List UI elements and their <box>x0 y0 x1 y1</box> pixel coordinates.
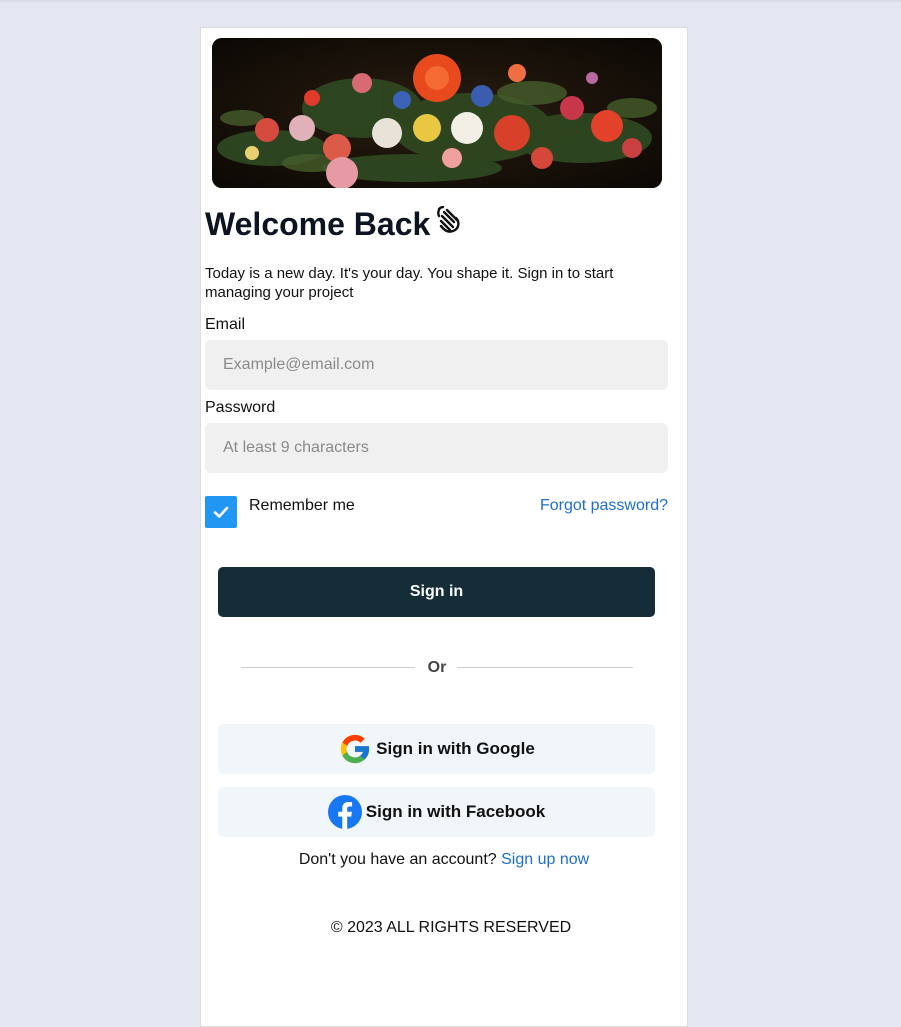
google-sign-in-label: Sign in with Google <box>376 739 535 758</box>
checkmark-icon <box>213 506 229 518</box>
facebook-sign-in-label: Sign in with Facebook <box>365 802 546 821</box>
waving-hand-icon <box>436 203 464 243</box>
sign-up-link[interactable]: Sign up now <box>501 851 589 868</box>
flower-painting-image <box>212 38 662 188</box>
sign-in-button[interactable]: Sign in <box>218 567 655 617</box>
top-border <box>0 0 901 2</box>
or-divider: Or <box>241 656 633 680</box>
facebook-logo-icon <box>327 795 362 829</box>
footer-copyright: © 2023 ALL RIGHTS RESERVED <box>330 919 572 936</box>
page-subtitle: Today is a new day. It's your day. You s… <box>205 265 614 301</box>
or-divider-label: Or <box>427 659 447 676</box>
facebook-sign-in-button[interactable]: Sign in with Facebook <box>218 787 655 837</box>
password-field[interactable] <box>205 423 668 473</box>
page-title-text: Welcome Back <box>205 206 431 242</box>
sign-up-prompt: Don't you have an account? Sign up now <box>201 850 687 870</box>
google-sign-in-button[interactable]: Sign in with Google <box>218 724 655 774</box>
hero-image <box>212 38 662 188</box>
login-card: Welcome Back Today is a new day. It's yo… <box>200 27 688 1027</box>
password-label: Password <box>205 399 276 416</box>
remember-me-label[interactable]: Remember me <box>249 496 355 516</box>
remember-me-checkbox[interactable] <box>205 496 237 528</box>
sign-up-prompt-text: Don't you have an account? <box>298 851 497 868</box>
page-title: Welcome Back <box>205 204 464 247</box>
google-logo-icon <box>338 732 372 766</box>
email-label: Email <box>205 316 246 333</box>
forgot-password-link[interactable]: Forgot password? <box>540 496 668 516</box>
email-field[interactable] <box>205 340 668 390</box>
